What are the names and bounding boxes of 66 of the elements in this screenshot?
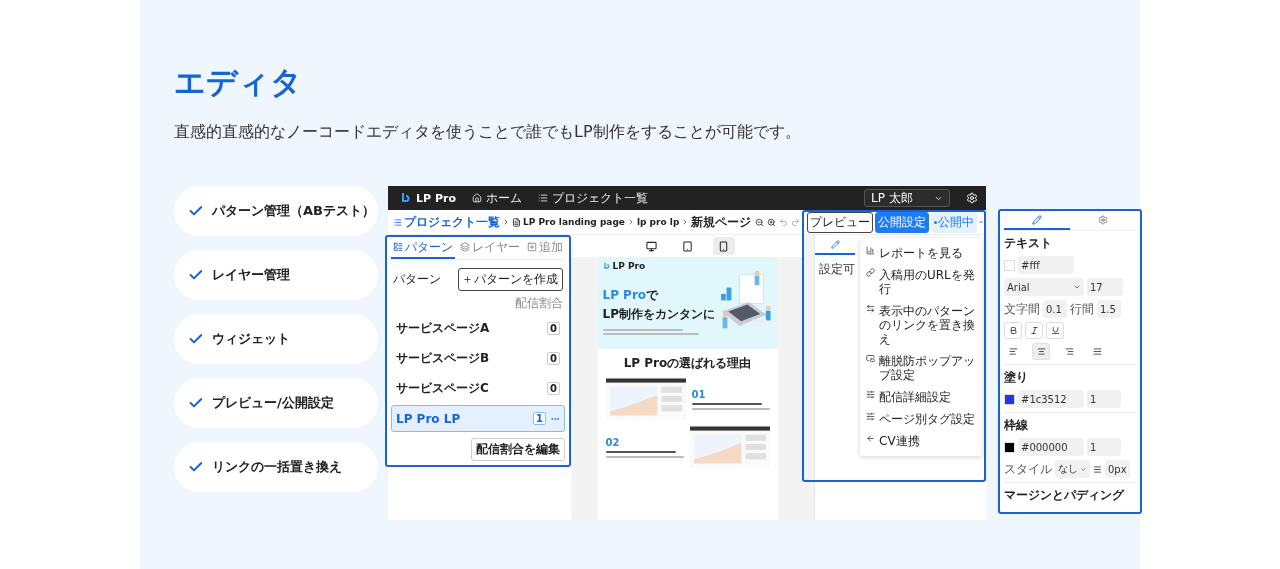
- publish-settings-button[interactable]: 公開設定: [875, 211, 929, 233]
- group-heading: テキスト: [1004, 235, 1052, 252]
- panel-tab[interactable]: 追加: [525, 237, 565, 259]
- feature-pill: パターン管理（ABテスト）: [174, 186, 378, 236]
- breadcrumb-link[interactable]: LP Pro landing page: [512, 217, 625, 227]
- style-select[interactable]: なし: [1055, 460, 1090, 478]
- field-label: 行間: [1070, 300, 1094, 318]
- opacity-field[interactable]: 1: [1087, 390, 1121, 408]
- radius-field[interactable]: 0px: [1105, 460, 1130, 478]
- pattern-name: サービスページB: [396, 350, 490, 367]
- reasons-title: LP Proの選ばれる理由: [623, 355, 752, 372]
- pattern-row[interactable]: LP Pro LP 1: [391, 405, 565, 432]
- panel-tab[interactable]: レイヤー: [458, 237, 522, 259]
- panel-heading: パターン: [393, 271, 441, 288]
- hero-title: LP Proで: [602, 287, 660, 304]
- create-pattern-button[interactable]: パターンを作成: [458, 268, 563, 291]
- hero-title: LP制作をカンタンに: [602, 306, 716, 323]
- reason-number: 01: [691, 388, 707, 400]
- field-label: スタイル: [1004, 460, 1052, 478]
- ratio-value: 0: [547, 382, 560, 395]
- group-heading: 塗り: [1004, 369, 1028, 386]
- status-button[interactable]: 公開中: [931, 211, 977, 233]
- menu-item[interactable]: 配信詳細設定: [860, 386, 982, 408]
- menu-item[interactable]: CV連携: [860, 430, 982, 452]
- menu-item[interactable]: 表示中のパターンのリンクを置き換え: [860, 300, 982, 350]
- section-description: 直感的直感的なノーコードエディタを使うことで誰でもLP制作をすることが可能です。: [174, 122, 802, 142]
- group-heading: マージンとパディング: [1004, 487, 1124, 504]
- breadcrumb-link[interactable]: lp pro lp: [636, 217, 680, 227]
- color-field[interactable]: #000000: [1018, 438, 1084, 456]
- feature-pill: レイヤー管理: [174, 250, 378, 300]
- feature-pill: リンクの一括置き換え: [174, 442, 378, 492]
- settings-text: 設定可: [819, 261, 855, 278]
- font-size-field[interactable]: 17: [1087, 278, 1123, 296]
- panel-tab[interactable]: パターン: [391, 237, 455, 259]
- section-title: エディタ: [174, 63, 303, 102]
- reason-number: 02: [605, 436, 621, 448]
- user-select[interactable]: LP 太郎: [864, 189, 950, 207]
- line-height-field[interactable]: 1.5: [1097, 300, 1121, 318]
- breadcrumb-link[interactable]: プロジェクト一覧: [393, 213, 500, 231]
- stroke-width-field[interactable]: 1: [1087, 438, 1121, 456]
- edit-ratio-button[interactable]: 配信割合を編集: [471, 438, 565, 461]
- menu-item[interactable]: ページ別タグ設定: [860, 408, 982, 430]
- feature-pill: ウィジェット: [174, 314, 378, 364]
- letter-spacing-field[interactable]: 0.1: [1043, 300, 1067, 318]
- nav-link[interactable]: ホーム: [471, 189, 522, 207]
- pattern-name: サービスページC: [396, 380, 489, 397]
- ratio-value: 1: [533, 412, 546, 425]
- nav-link[interactable]: プロジェクト一覧: [537, 189, 648, 207]
- field-label: 文字間: [1004, 300, 1040, 318]
- font-select[interactable]: Arial: [1004, 278, 1084, 296]
- pattern-name: サービスページA: [396, 320, 490, 337]
- ratio-value: 0: [547, 322, 560, 335]
- app-logo: LP Pro: [416, 191, 456, 205]
- menu-item[interactable]: 入稿用のURLを発行: [860, 264, 982, 300]
- color-field[interactable]: #1c3512: [1018, 390, 1084, 408]
- menu-item[interactable]: 離脱防ポップアップ設定: [860, 350, 982, 386]
- pattern-name: LP Pro LP: [396, 411, 461, 426]
- ratio-label: 配信割合: [515, 295, 563, 312]
- preview-button[interactable]: プレビュー: [807, 211, 873, 233]
- group-heading: 枠線: [1004, 417, 1028, 434]
- ratio-value: 0: [547, 352, 560, 365]
- menu-item[interactable]: レポートを見る: [860, 242, 982, 264]
- breadcrumb-link[interactable]: 新規ページ: [691, 213, 752, 231]
- feature-pill: プレビュー/公開設定: [174, 378, 378, 428]
- preview-logo: LP Pro: [612, 261, 646, 271]
- color-field[interactable]: #fff: [1018, 256, 1074, 274]
